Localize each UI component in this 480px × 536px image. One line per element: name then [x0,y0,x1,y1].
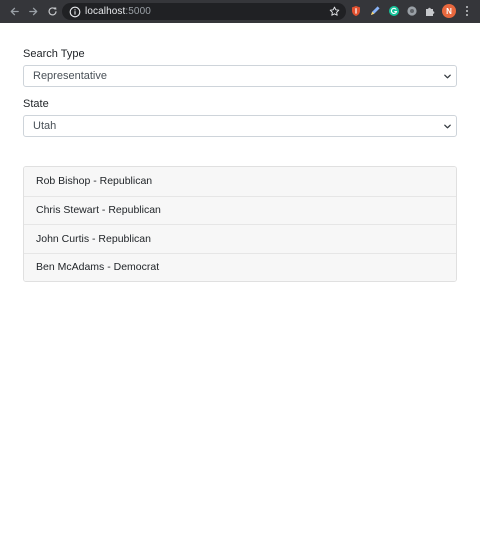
list-item-text: Chris Stewart - Republican [36,204,161,217]
menu-dot [466,14,468,16]
menu-dot [466,6,468,8]
list-item[interactable]: Chris Stewart - Republican [24,195,456,224]
pen-icon [371,6,380,16]
profile-avatar[interactable]: N [442,4,456,18]
info-icon[interactable] [69,6,81,18]
extension-2[interactable] [369,5,381,17]
list-item-text: Ben McAdams - Democrat [36,261,160,274]
search-type-value: Representative [33,70,107,82]
star-icon[interactable] [329,6,340,17]
list-item-text: Rob Bishop - Republican [36,175,153,188]
list-item-text: John Curtis - Republican [36,232,151,245]
extension-3[interactable] [388,5,400,17]
results-list: Rob Bishop - Republican Chris Stewart - … [23,166,457,282]
shield-icon [352,6,360,16]
grammar-icon [389,6,399,16]
list-item[interactable]: John Curtis - Republican [24,224,456,253]
address-bar[interactable]: localhost:5000 [62,3,346,20]
globe-icon [407,6,417,16]
extension-1[interactable] [350,5,362,17]
kebab-menu-icon[interactable] [463,5,471,17]
state-select[interactable]: Utah [23,115,457,137]
reload-icon [47,7,57,16]
list-item[interactable]: Ben McAdams - Democrat [24,252,456,281]
state-label: State [23,98,49,110]
back-button[interactable] [7,5,21,19]
arrow-left-icon [10,7,19,16]
state-value: Utah [33,120,57,132]
extension-4[interactable] [406,5,418,17]
search-type-select[interactable]: Representative [23,65,457,87]
browser-toolbar: localhost:5000 N [0,0,480,23]
url-port: :5000 [125,6,151,17]
list-item[interactable]: Rob Bishop - Republican [24,167,456,196]
chevron-down-icon [444,124,451,129]
url-host: localhost [85,6,126,17]
search-type-label: Search Type [23,48,85,60]
puzzle-icon [426,7,435,16]
url-text: localhost:5000 [85,6,151,17]
extensions-button[interactable] [424,5,436,17]
forward-button[interactable] [26,5,40,19]
chevron-down-icon [444,74,451,79]
reload-button[interactable] [45,5,59,19]
menu-dot [466,10,468,12]
arrow-right-icon [28,7,37,16]
